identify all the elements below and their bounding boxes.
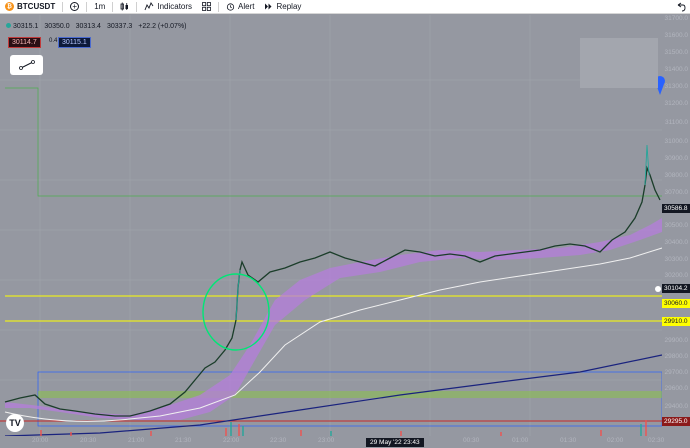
price-tick: 30200.0 — [664, 272, 689, 279]
time-tick: 00:30 — [463, 437, 480, 444]
buy-button[interactable]: 30115.1 — [58, 37, 91, 48]
top-toolbar: ₿ BTCUSDT + 1m Indicators Alert Replay — [0, 0, 690, 14]
symbol-label: BTCUSDT — [17, 2, 56, 11]
alert-button[interactable]: Alert — [221, 0, 259, 14]
candles-icon — [120, 2, 129, 11]
price-tick: 30900.0 — [664, 155, 689, 162]
drawing-tool-button[interactable] — [10, 55, 43, 75]
indicators-icon — [144, 2, 154, 11]
time-tick: 23:00 — [318, 437, 335, 444]
red-level-tag: 29295.0 — [662, 417, 690, 426]
price-tick: 31500.0 — [664, 49, 689, 56]
chart-grid — [0, 15, 662, 436]
price-tick: 31200.0 — [664, 100, 689, 107]
info-row — [584, 74, 654, 85]
alarm-clock-icon — [226, 3, 235, 11]
time-tick: 20:30 — [80, 437, 97, 444]
trend-line-icon — [18, 60, 35, 70]
price-tick: 29900.0 — [664, 337, 689, 344]
open-value: 30315.1 — [6, 23, 38, 30]
yellow-level-tag: 29910.0 — [662, 317, 690, 326]
time-tick: 02:30 — [648, 437, 665, 444]
ohlc-legend: 30315.1 30350.0 30313.4 30337.3 +22.2 (+… — [6, 23, 187, 30]
time-tick: 20:00 — [32, 437, 49, 444]
undo-icon[interactable] — [676, 2, 686, 12]
close-value: 30337.3 — [106, 23, 133, 30]
time-tick: 02:00 — [607, 437, 624, 444]
grid-icon — [202, 2, 211, 11]
stop-marker-icon[interactable] — [655, 286, 661, 292]
price-tick: 31000.0 — [664, 138, 689, 145]
time-tick: 21:30 — [175, 437, 192, 444]
time-tick: 01:00 — [512, 437, 529, 444]
price-tick: 31700.0 — [664, 15, 689, 22]
toolbar-divider — [136, 1, 138, 12]
sell-button[interactable]: 30114.7 — [8, 37, 41, 48]
replay-icon — [265, 3, 272, 10]
price-tick: 31400.0 — [664, 66, 689, 73]
crosshair-time-label: 29 May '22 23:43 — [366, 438, 424, 447]
purple-ribbon — [5, 218, 662, 420]
indicators-button[interactable]: Indicators — [139, 0, 197, 14]
price-tick: 31600.0 — [664, 32, 689, 39]
toolbar-divider — [218, 1, 220, 12]
price-tick: 29700.0 — [664, 369, 689, 376]
info-row — [584, 52, 654, 63]
plus-circle-icon: + — [70, 2, 80, 11]
yellow-level-tag: 30060.0 — [662, 299, 690, 308]
indicators-label: Indicators — [157, 2, 193, 11]
volume-bars — [40, 420, 647, 436]
volume-zone-band — [38, 391, 662, 398]
toolbar-divider — [62, 1, 64, 12]
high-value: 30350.0 — [44, 23, 70, 30]
time-tick: 21:00 — [128, 437, 145, 444]
alert-label: Alert — [238, 2, 255, 11]
change-value: +22.2 (+0.07%) — [138, 23, 187, 30]
price-tick: 31300.0 — [664, 83, 689, 90]
tradingview-logo-icon[interactable]: TV — [6, 414, 24, 432]
replay-label: Replay — [276, 2, 302, 11]
price-tick: 30300.0 — [664, 256, 689, 263]
info-row — [584, 63, 654, 74]
time-tick: 22:30 — [270, 437, 287, 444]
compare-button[interactable]: + — [65, 0, 84, 14]
info-panel — [580, 38, 658, 88]
symbol-selector[interactable]: ₿ BTCUSDT — [0, 0, 60, 14]
price-tick: 31100.0 — [664, 119, 688, 126]
price-tick: 29600.0 — [664, 385, 689, 392]
price-tick: 30800.0 — [664, 172, 689, 179]
level-price-tag: 30104.2 — [662, 284, 690, 293]
current-price-tag: 30586.8 — [662, 204, 690, 213]
time-tick: 22:00 — [223, 437, 240, 444]
templates-button[interactable] — [197, 0, 216, 14]
info-row — [584, 41, 654, 52]
replay-button[interactable]: Replay — [259, 0, 306, 14]
price-tick: 30400.0 — [664, 239, 689, 246]
time-tick: 01:30 — [560, 437, 577, 444]
price-candles — [4, 165, 661, 417]
price-tick: 29800.0 — [664, 353, 689, 360]
status-dot-icon — [6, 23, 11, 28]
low-value: 30313.4 — [75, 23, 101, 30]
toolbar-divider — [112, 1, 114, 12]
interval-label: 1m — [94, 2, 106, 11]
interval-selector[interactable]: 1m — [89, 0, 110, 14]
chart-type-button[interactable] — [115, 0, 134, 14]
price-tick: 30700.0 — [664, 189, 689, 196]
time-axis-background — [0, 436, 690, 448]
bitcoin-icon: ₿ — [5, 2, 14, 11]
price-tick: 29400.0 — [664, 403, 689, 410]
price-tick: 30500.0 — [664, 222, 689, 229]
toolbar-divider — [86, 1, 88, 12]
volume-bars-up — [230, 422, 642, 436]
